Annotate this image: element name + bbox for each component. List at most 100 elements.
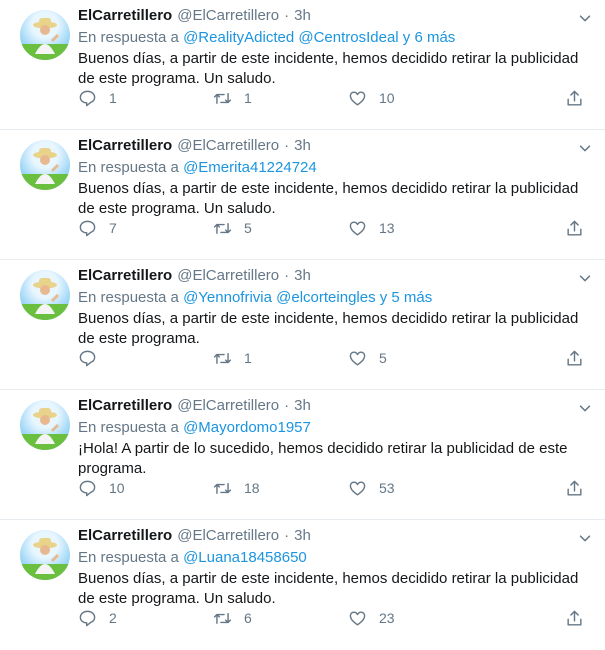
- reply-to-link[interactable]: @Emerita41224724: [183, 159, 317, 176]
- like-count: 10: [379, 90, 395, 106]
- retweet-button[interactable]: 5: [213, 217, 348, 239]
- heart-icon: [349, 480, 366, 496]
- reply-button[interactable]: 2: [78, 607, 213, 629]
- author-name[interactable]: ElCarretillero: [78, 526, 172, 546]
- tweet-text: Buenos días, a partir de este incidente,…: [78, 180, 579, 217]
- reply-context: En respuesta a @RealityAdicted @CentrosI…: [78, 27, 591, 48]
- like-count: 13: [379, 220, 395, 236]
- reply-button[interactable]: 10: [78, 477, 213, 499]
- tweet-content: ElCarretillero @ElCarretillero · 3h En r…: [78, 136, 591, 219]
- timestamp[interactable]: 3h: [294, 266, 311, 286]
- reply-prefix: En respuesta a: [78, 419, 179, 436]
- reply-context: En respuesta a @Emerita41224724: [78, 157, 591, 178]
- reply-prefix: En respuesta a: [78, 289, 179, 306]
- retweet-count: 1: [244, 90, 252, 106]
- tweet-header: ElCarretillero @ElCarretillero · 3h: [78, 136, 591, 156]
- separator-dot: ·: [284, 7, 290, 24]
- author-name[interactable]: ElCarretillero: [78, 266, 172, 286]
- share-icon: [567, 90, 582, 106]
- tweet-content: ElCarretillero @ElCarretillero · 3h En r…: [78, 526, 591, 609]
- reply-icon: [79, 350, 96, 366]
- avatar[interactable]: [20, 140, 70, 190]
- tweet[interactable]: ElCarretillero @ElCarretillero · 3h En r…: [0, 0, 605, 130]
- retweet-count: 6: [244, 610, 252, 626]
- separator-dot: ·: [284, 137, 290, 154]
- reply-prefix: En respuesta a: [78, 29, 179, 46]
- timestamp[interactable]: 3h: [294, 526, 311, 546]
- reply-icon: [79, 480, 96, 496]
- timestamp[interactable]: 3h: [294, 6, 311, 26]
- retweet-icon: [213, 92, 232, 104]
- like-button[interactable]: 5: [348, 347, 483, 369]
- author-name[interactable]: ElCarretillero: [78, 396, 172, 416]
- heart-icon: [349, 610, 366, 626]
- share-button[interactable]: [565, 477, 585, 499]
- author-handle[interactable]: @ElCarretillero: [177, 266, 279, 286]
- share-button[interactable]: [565, 607, 585, 629]
- separator-dot: ·: [284, 397, 290, 414]
- share-icon: [567, 610, 582, 626]
- share-button[interactable]: [565, 87, 585, 109]
- reply-to-link[interactable]: @Mayordomo1957: [183, 419, 311, 436]
- avatar[interactable]: [20, 10, 70, 60]
- like-button[interactable]: 53: [348, 477, 483, 499]
- author-name[interactable]: ElCarretillero: [78, 136, 172, 156]
- reply-button[interactable]: [78, 347, 213, 369]
- retweet-count: 18: [244, 480, 260, 496]
- reply-to-link[interactable]: @Luana18458650: [183, 549, 307, 566]
- author-name[interactable]: ElCarretillero: [78, 6, 172, 26]
- tweet[interactable]: ElCarretillero @ElCarretillero · 3h En r…: [0, 390, 605, 520]
- reply-count: 1: [109, 90, 117, 106]
- avatar[interactable]: [20, 400, 70, 450]
- tweet[interactable]: ElCarretillero @ElCarretillero · 3h En r…: [0, 130, 605, 260]
- tweet-actions: 7 5 13: [78, 217, 585, 239]
- share-icon: [567, 480, 582, 496]
- share-button[interactable]: [565, 217, 585, 239]
- tweet-text: Buenos días, a partir de este incidente,…: [78, 310, 579, 347]
- tweet[interactable]: ElCarretillero @ElCarretillero · 3h En r…: [0, 520, 605, 650]
- timestamp[interactable]: 3h: [294, 396, 311, 416]
- reply-to-link[interactable]: @Yennofrivia @elcorteingles y 5 más: [183, 289, 432, 306]
- avatar[interactable]: [20, 530, 70, 580]
- retweet-button[interactable]: 1: [213, 347, 348, 369]
- tweet-header: ElCarretillero @ElCarretillero · 3h: [78, 6, 591, 26]
- reply-icon: [79, 220, 96, 236]
- reply-to-link[interactable]: @RealityAdicted @CentrosIdeal y 6 más: [183, 29, 455, 46]
- reply-button[interactable]: 7: [78, 217, 213, 239]
- tweet-header: ElCarretillero @ElCarretillero · 3h: [78, 266, 591, 286]
- separator-dot: ·: [284, 527, 290, 544]
- author-handle[interactable]: @ElCarretillero: [177, 6, 279, 26]
- tweet-content: ElCarretillero @ElCarretillero · 3h En r…: [78, 396, 591, 479]
- share-button[interactable]: [565, 347, 585, 369]
- reply-icon: [79, 610, 96, 626]
- tweet-header: ElCarretillero @ElCarretillero · 3h: [78, 526, 591, 546]
- like-button[interactable]: 13: [348, 217, 483, 239]
- retweet-button[interactable]: 1: [213, 87, 348, 109]
- retweet-icon: [213, 222, 232, 234]
- timestamp[interactable]: 3h: [294, 136, 311, 156]
- tweet[interactable]: ElCarretillero @ElCarretillero · 3h En r…: [0, 260, 605, 390]
- reply-icon: [79, 90, 96, 106]
- author-handle[interactable]: @ElCarretillero: [177, 396, 279, 416]
- share-icon: [567, 350, 582, 366]
- reply-context: En respuesta a @Mayordomo1957: [78, 417, 591, 438]
- heart-icon: [349, 350, 366, 366]
- retweet-icon: [213, 482, 232, 494]
- tweet-feed: ElCarretillero @ElCarretillero · 3h En r…: [0, 0, 605, 650]
- reply-count: 2: [109, 610, 117, 626]
- like-button[interactable]: 23: [348, 607, 483, 629]
- like-count: 23: [379, 610, 395, 626]
- like-count: 53: [379, 480, 395, 496]
- reply-button[interactable]: 1: [78, 87, 213, 109]
- retweet-count: 5: [244, 220, 252, 236]
- like-button[interactable]: 10: [348, 87, 483, 109]
- tweet-content: ElCarretillero @ElCarretillero · 3h En r…: [78, 266, 591, 349]
- tweet-text: ¡Hola! A partir de lo sucedido, hemos de…: [78, 440, 568, 477]
- reply-context: En respuesta a @Luana18458650: [78, 547, 591, 568]
- author-handle[interactable]: @ElCarretillero: [177, 526, 279, 546]
- reply-prefix: En respuesta a: [78, 549, 179, 566]
- retweet-button[interactable]: 6: [213, 607, 348, 629]
- avatar[interactable]: [20, 270, 70, 320]
- retweet-button[interactable]: 18: [213, 477, 348, 499]
- author-handle[interactable]: @ElCarretillero: [177, 136, 279, 156]
